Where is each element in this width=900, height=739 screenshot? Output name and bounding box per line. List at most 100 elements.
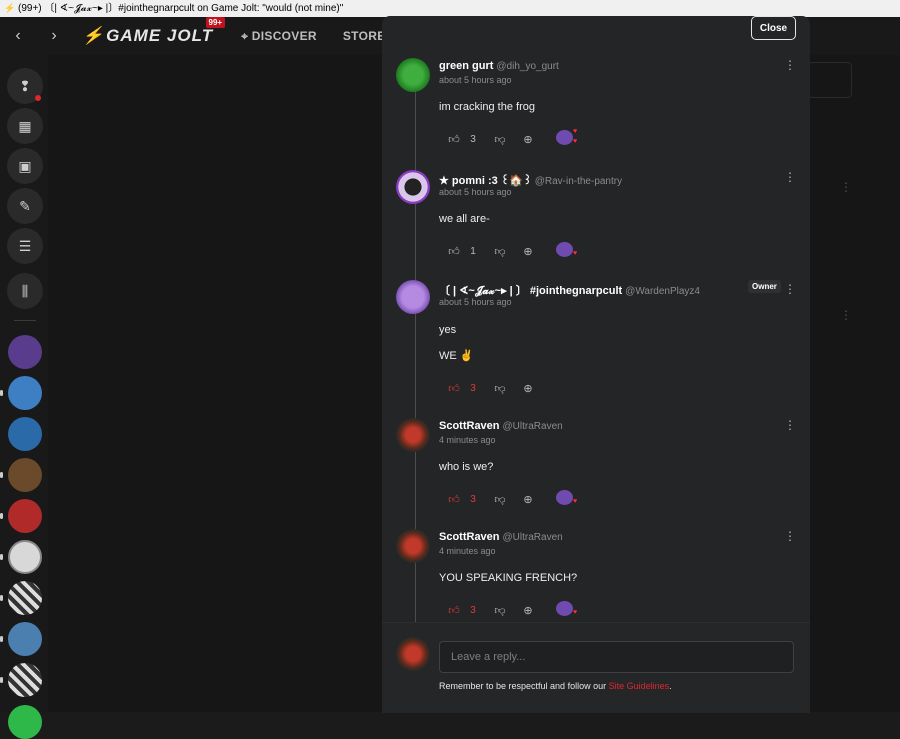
add-reaction-icon[interactable]: ⊕	[521, 245, 535, 258]
comments-modal: Close green gurt @dih_yo_gurt about 5 hou…	[382, 16, 810, 713]
gamejolt-logo[interactable]: ⚡ GAME JOLT 99+	[82, 17, 226, 46]
like-count[interactable]: 3	[461, 605, 485, 616]
library-button[interactable]: ⫼	[7, 273, 43, 309]
author-username[interactable]: @WardenPlayz4	[625, 286, 700, 297]
like-count[interactable]: 1	[461, 246, 485, 257]
author-name[interactable]: ScottRaven	[439, 420, 500, 432]
bolt-icon: ⚡	[82, 26, 105, 45]
author-name[interactable]: ★ pomni :3 ꒰🏠꒱	[439, 175, 532, 187]
avatar[interactable]	[396, 280, 430, 314]
comment-options-kebab-icon[interactable]: ⋮	[784, 170, 796, 184]
community-avatar-10[interactable]	[8, 705, 42, 739]
author-name[interactable]: ScottRaven	[439, 531, 500, 543]
inventory-button[interactable]: ▣	[7, 148, 43, 184]
comment-header: ★ pomni :3 ꒰🏠꒱ @Rav-in-the-pantry	[439, 172, 622, 187]
thumbs-up-icon[interactable]: 👍︎	[447, 133, 461, 146]
nav-store-link[interactable]: STORE	[343, 29, 386, 43]
thumbs-up-icon[interactable]: 👍︎	[447, 245, 461, 258]
avatar[interactable]	[396, 529, 430, 563]
avatar[interactable]	[396, 170, 430, 204]
reaction-avatar[interactable]	[556, 601, 573, 616]
comment-timestamp[interactable]: about 5 hours ago	[439, 75, 512, 85]
thumbs-down-icon[interactable]: 👎︎	[493, 604, 507, 617]
community-avatar-6[interactable]	[8, 540, 42, 574]
add-reaction-icon[interactable]: ⊕	[521, 382, 535, 395]
community-indicator	[0, 472, 3, 478]
community-avatar-4[interactable]	[8, 458, 42, 492]
thumbs-down-icon[interactable]: 👎︎	[493, 382, 507, 395]
heart-icon: ♥	[573, 250, 578, 257]
site-guidelines-link[interactable]: Site Guidelines	[609, 681, 670, 691]
thumbs-up-icon[interactable]: 👍︎	[447, 493, 461, 506]
add-reaction-icon[interactable]: ⊕	[521, 133, 535, 146]
community-avatar-8[interactable]	[8, 622, 42, 656]
community-avatar-2[interactable]	[8, 376, 42, 410]
comment-options-kebab-icon[interactable]: ⋮	[784, 529, 796, 543]
comment-header: 〔 | ∢~𝓙𝓪𝔁~▸ | 〕 #jointhegnarpcult @Warden…	[439, 282, 700, 298]
community-avatar-9[interactable]	[8, 663, 42, 697]
thumbs-down-icon[interactable]: 👎︎	[493, 133, 507, 146]
reply-composer: Remember to be respectful and follow our…	[382, 622, 810, 713]
comment-options-kebab-icon[interactable]: ⋮	[784, 418, 796, 432]
community-indicator	[0, 554, 3, 560]
left-sidebar: ❢ ▦ ▣ ✎ ☰ ⫼	[0, 55, 48, 739]
window-title: (99+) 〔| ∢~𝓙𝓪𝔁~▸ |〕#jointhegnarpcult on …	[18, 3, 344, 14]
thumbs-up-icon[interactable]: 👍︎	[447, 604, 461, 617]
like-count[interactable]: 3	[461, 383, 485, 394]
thumbs-down-icon[interactable]: 👎︎	[493, 245, 507, 258]
background-panel	[808, 62, 852, 98]
back-arrow-icon[interactable]: ‹	[0, 27, 36, 45]
reaction-avatar[interactable]	[556, 242, 573, 257]
my-avatar[interactable]	[396, 637, 430, 671]
comment-actions: 👍︎ 1 👎︎ ⊕	[447, 244, 535, 258]
background-kebab-icon: ⋮	[840, 308, 852, 322]
comment-options-kebab-icon[interactable]: ⋮	[784, 282, 796, 296]
author-username[interactable]: @dih_yo_gurt	[496, 61, 558, 72]
community-indicator	[0, 595, 3, 601]
forward-arrow-icon[interactable]: ›	[36, 27, 72, 45]
heart-icon: ♥	[573, 128, 578, 135]
guidelines-text: Remember to be respectful and follow our	[439, 681, 609, 691]
comment-text: WE ✌	[439, 350, 474, 362]
reply-input[interactable]	[439, 641, 794, 673]
community-avatar-7[interactable]	[8, 581, 42, 615]
add-reaction-icon[interactable]: ⊕	[521, 493, 535, 506]
author-username[interactable]: @UltraRaven	[503, 421, 563, 432]
background-kebab-icon: ⋮	[840, 180, 852, 194]
shop-button[interactable]: ▦	[7, 108, 43, 144]
community-avatar-5[interactable]	[8, 499, 42, 533]
community-indicator	[0, 390, 3, 396]
author-name[interactable]: 〔 | ∢~𝓙𝓪𝔁~▸ | 〕 #jointhegnarpcult	[439, 285, 622, 297]
nav-discover-link[interactable]: ⌖ DISCOVER	[241, 29, 317, 44]
window-titlebar: ⚡ (99+) 〔| ∢~𝓙𝓪𝔁~▸ |〕#jointhegnarpcult o…	[0, 0, 900, 17]
comment-actions: 👍︎ 3 👎︎ ⊕	[447, 132, 535, 146]
author-username[interactable]: @Rav-in-the-pantry	[535, 176, 622, 187]
backpack-icon: ▣	[18, 157, 32, 174]
chat-icon: ☰	[18, 237, 32, 254]
like-count[interactable]: 3	[461, 494, 485, 505]
quests-button[interactable]: ✎	[7, 188, 43, 224]
add-reaction-icon[interactable]: ⊕	[521, 604, 535, 617]
reaction-avatar[interactable]	[556, 130, 573, 145]
community-avatar-3[interactable]	[8, 417, 42, 451]
avatar[interactable]	[396, 58, 430, 92]
thumbs-up-icon[interactable]: 👍︎	[447, 382, 461, 395]
avatar[interactable]	[396, 418, 430, 452]
author-username[interactable]: @UltraRaven	[503, 532, 563, 543]
comment-timestamp[interactable]: about 5 hours ago	[439, 297, 512, 307]
reaction-avatar[interactable]	[556, 490, 573, 505]
sidebar-divider	[14, 320, 36, 321]
comment-timestamp[interactable]: 4 minutes ago	[439, 546, 496, 556]
author-name[interactable]: green gurt	[439, 60, 493, 72]
comment-timestamp[interactable]: about 5 hours ago	[439, 187, 512, 197]
comment-header: ScottRaven @UltraRaven	[439, 531, 563, 543]
heart-icon: ♥	[573, 138, 578, 145]
community-indicator	[0, 677, 3, 683]
like-count[interactable]: 3	[461, 134, 485, 145]
community-avatar-1[interactable]	[8, 335, 42, 369]
thumbs-down-icon[interactable]: 👎︎	[493, 493, 507, 506]
comment-timestamp[interactable]: 4 minutes ago	[439, 435, 496, 445]
chat-button[interactable]: ☰	[7, 228, 43, 264]
close-button[interactable]: Close	[751, 16, 796, 40]
comment-options-kebab-icon[interactable]: ⋮	[784, 58, 796, 72]
